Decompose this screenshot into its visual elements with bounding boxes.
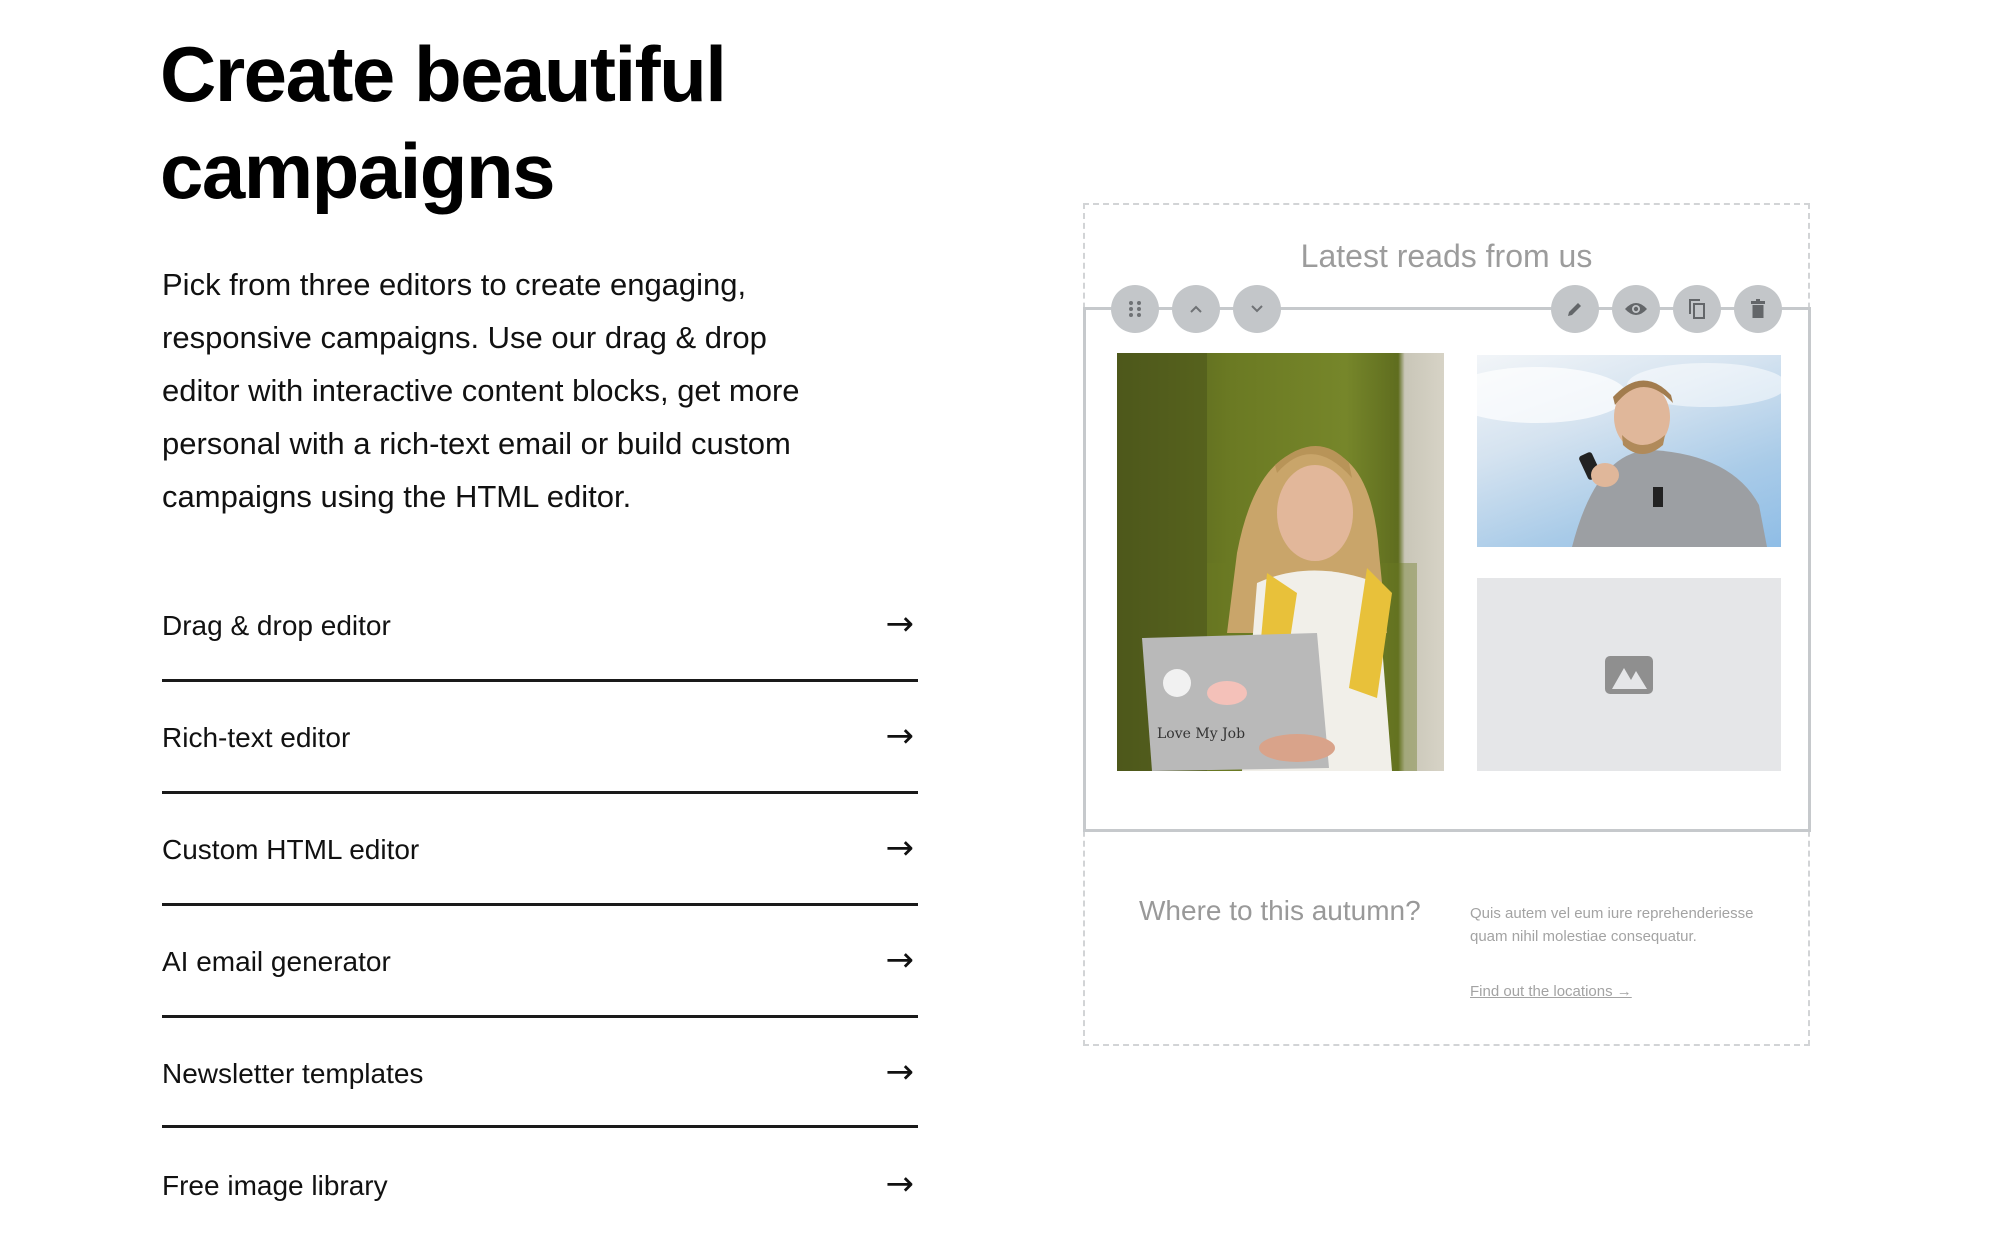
arrow-right-icon: → xyxy=(885,716,915,756)
copy-icon xyxy=(1689,299,1705,319)
feature-link-newsletter-templates[interactable]: Newsletter templates → xyxy=(162,1050,918,1102)
feature-label: Newsletter templates xyxy=(162,1058,424,1089)
image-placeholder[interactable] xyxy=(1477,578,1781,771)
trash-icon xyxy=(1751,299,1765,318)
feature-label: AI email generator xyxy=(162,946,391,977)
man-photo-illustration xyxy=(1477,363,1781,547)
intro-line: responsive campaigns. Use our drag & dro… xyxy=(162,320,767,355)
section-heading: Create beautiful campaigns xyxy=(160,26,727,220)
chevron-up-icon xyxy=(1190,305,1202,313)
arrow-right-icon: → xyxy=(885,1164,915,1204)
intro-line: Pick from three editors to create engagi… xyxy=(162,267,747,302)
feature-link-drag-drop-editor[interactable]: Drag & drop editor → xyxy=(162,602,918,654)
photo-man-phone[interactable] xyxy=(1477,355,1781,547)
preview-button[interactable] xyxy=(1612,285,1660,333)
feature-label: Rich-text editor xyxy=(162,722,351,753)
divider xyxy=(162,679,918,682)
divider xyxy=(162,1015,918,1018)
drag-handle-button[interactable] xyxy=(1111,285,1159,333)
edit-button[interactable] xyxy=(1551,285,1599,333)
feature-label: Drag & drop editor xyxy=(162,610,391,641)
article-title: Where to this autumn? xyxy=(1139,895,1421,926)
move-up-button[interactable] xyxy=(1172,285,1220,333)
feature-link-free-image-library[interactable]: Free image library → xyxy=(162,1162,918,1214)
image-icon xyxy=(1605,655,1653,694)
feature-label: Free image library xyxy=(162,1170,388,1201)
move-down-button[interactable] xyxy=(1233,285,1281,333)
arrow-right-icon: → xyxy=(885,604,915,644)
article-text: Quis autem vel eum iure reprehenderiesse… xyxy=(1470,905,1754,945)
delete-button[interactable] xyxy=(1734,285,1782,333)
heading-line: Create beautiful xyxy=(160,30,727,118)
heading-line: campaigns xyxy=(160,127,555,215)
feature-link-rich-text-editor[interactable]: Rich-text editor → xyxy=(162,714,918,766)
block-title: Latest reads from us xyxy=(1300,238,1593,274)
feature-link-ai-email-generator[interactable]: AI email generator → xyxy=(162,938,918,990)
intro-line: personal with a rich-text email or build… xyxy=(162,426,791,461)
photo-woman-laptop[interactable]: Love My Job xyxy=(1117,353,1444,771)
chevron-down-icon xyxy=(1251,305,1263,313)
arrow-right-icon: → xyxy=(885,1052,915,1092)
arrow-right-icon: → xyxy=(885,828,915,868)
feature-label: Custom HTML editor xyxy=(162,834,420,865)
eye-icon xyxy=(1625,303,1647,315)
intro-line: campaigns using the HTML editor. xyxy=(162,479,632,514)
duplicate-button[interactable] xyxy=(1673,285,1721,333)
svg-text:Love My Job: Love My Job xyxy=(1157,726,1245,742)
pencil-icon xyxy=(1568,303,1581,316)
divider xyxy=(162,1125,918,1128)
arrow-right-icon: → xyxy=(885,940,915,980)
woman-photo-illustration: Love My Job xyxy=(1117,353,1417,771)
intro-paragraph: Pick from three editors to create engagi… xyxy=(162,258,800,523)
find-locations-link[interactable]: Find out the locations → xyxy=(1470,983,1632,1000)
intro-line: editor with interactive content blocks, … xyxy=(162,373,800,408)
drag-handle-icon xyxy=(1129,301,1141,317)
divider xyxy=(162,791,918,794)
feature-link-custom-html-editor[interactable]: Custom HTML editor → xyxy=(162,826,918,878)
divider xyxy=(162,903,918,906)
